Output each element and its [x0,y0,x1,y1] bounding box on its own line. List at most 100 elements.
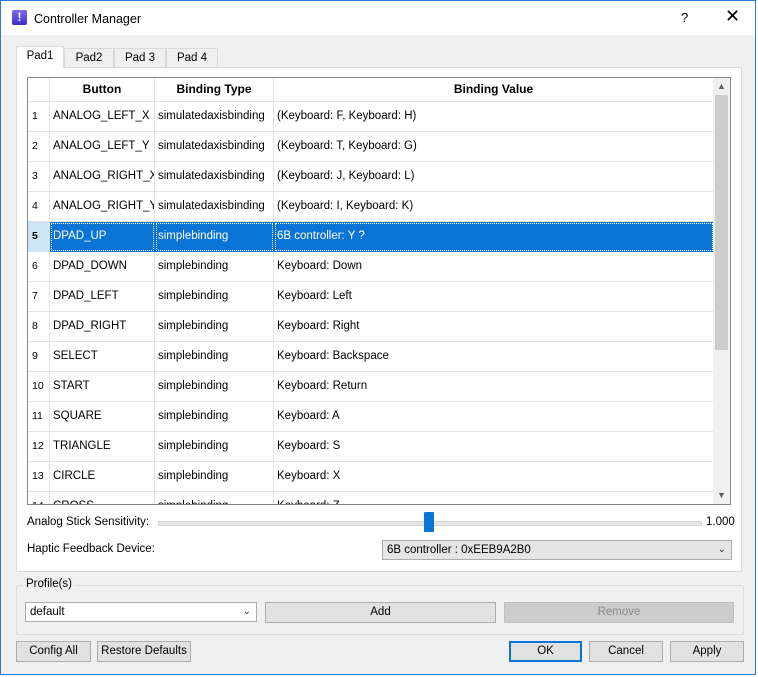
binding-value-cell[interactable]: 6B controller: Y ? [274,222,714,252]
row-number[interactable]: 9 [28,342,50,372]
row-number[interactable]: 14 [28,492,50,504]
row-number[interactable]: 6 [28,252,50,282]
binding-type-cell[interactable]: simplebinding [155,372,274,402]
scroll-up-arrow-icon[interactable]: ▲ [713,78,730,95]
binding-value-cell[interactable]: Keyboard: Down [274,252,714,282]
binding-value-cell[interactable]: Keyboard: Right [274,312,714,342]
binding-type-cell[interactable]: simplebinding [155,432,274,462]
table-row[interactable]: 3 ANALOG_RIGHT_X simulatedaxisbinding (Keyb… [28,162,714,192]
binding-type-cell[interactable]: simplebinding [155,222,274,252]
button-cell[interactable]: ANALOG_RIGHT_X [50,162,155,192]
bindings-table: Button Binding Type Binding Value 1 ANALO… [27,77,731,505]
table-row[interactable]: 12 TRIANGLE simplebinding Keyboard: S [28,432,714,462]
table-row[interactable]: 6 DPAD_DOWN simplebinding Keyboard: Down [28,252,714,282]
binding-type-cell[interactable]: simplebinding [155,402,274,432]
button-cell[interactable]: SQUARE [50,402,155,432]
table-row[interactable]: 14CROSSsimplebindingKeyboard: Z [28,492,714,504]
table-row[interactable]: 4 ANALOG_RIGHT_Y simulatedaxisbinding (Keyb… [28,192,714,222]
binding-value-cell[interactable]: Keyboard: S [274,432,714,462]
binding-type-cell[interactable]: simulatedaxisbinding [155,162,274,192]
ok-button[interactable]: OK [509,641,582,662]
close-button[interactable]: ✕ [725,7,740,25]
column-header-binding-type[interactable]: Binding Type [155,78,274,102]
table-row[interactable]: 2 ANALOG_LEFT_Y simulatedaxisbinding (Keybo… [28,132,714,162]
button-cell[interactable]: ANALOG_LEFT_Y [50,132,155,162]
vertical-scrollbar[interactable]: ▲ ▼ [713,78,730,504]
table-row[interactable]: 7 DPAD_LEFT simplebinding Keyboard: Left [28,282,714,312]
button-cell[interactable]: DPAD_UP [50,222,155,252]
tab-pad2[interactable]: Pad2 [64,48,114,67]
table-row[interactable]: 10 START simplebinding Keyboard: Return [28,372,714,402]
remove-profile-button[interactable]: Remove [504,602,734,623]
binding-type-cell[interactable]: simplebinding [155,492,274,504]
button-cell[interactable]: TRIANGLE [50,432,155,462]
button-cell[interactable]: DPAD_DOWN [50,252,155,282]
scrollbar-thumb[interactable] [715,95,728,350]
binding-type-cell[interactable]: simulatedaxisbinding [155,192,274,222]
tab-pad3[interactable]: Pad 3 [114,48,166,67]
row-number[interactable]: 8 [28,312,50,342]
row-number[interactable]: 2 [28,132,50,162]
tab-pad1[interactable]: Pad1 [16,46,64,68]
column-header-button[interactable]: Button [50,78,155,102]
binding-type-cell[interactable]: simplebinding [155,462,274,492]
table-row[interactable]: 11 SQUARE simplebinding Keyboard: A [28,402,714,432]
binding-value-cell[interactable]: Keyboard: Left [274,282,714,312]
apply-button[interactable]: Apply [670,641,744,662]
table-row[interactable]: 9 SELECT simplebinding Keyboard: Backspace [28,342,714,372]
row-number[interactable]: 7 [28,282,50,312]
binding-type-cell[interactable]: simulatedaxisbinding [155,102,274,132]
chevron-down-icon: ⌄ [242,606,251,617]
binding-value-cell[interactable]: Keyboard: X [274,462,714,492]
button-cell[interactable]: CROSS [50,492,155,504]
table-row[interactable]: 8 DPAD_RIGHT simplebinding Keyboard: Right [28,312,714,342]
row-number[interactable]: 3 [28,162,50,192]
sensitivity-slider-thumb[interactable] [424,512,434,532]
row-number[interactable]: 10 [28,372,50,402]
cancel-button[interactable]: Cancel [589,641,663,662]
row-number[interactable]: 1 [28,102,50,132]
binding-value-cell[interactable]: Keyboard: Z [274,492,714,504]
row-number[interactable]: 4 [28,192,50,222]
app-icon: ! [12,10,27,25]
row-number[interactable]: 11 [28,402,50,432]
binding-type-cell[interactable]: simplebinding [155,342,274,372]
binding-value-cell[interactable]: (Keyboard: F, Keyboard: H) [274,102,714,132]
button-cell[interactable]: DPAD_LEFT [50,282,155,312]
table-row[interactable]: 5 DPAD_UP simplebinding 6B controller: Y ? [28,222,714,252]
table-row[interactable]: 13 CIRCLE simplebinding Keyboard: X [28,462,714,492]
binding-value-cell[interactable]: (Keyboard: T, Keyboard: G) [274,132,714,162]
row-number[interactable]: 12 [28,432,50,462]
binding-value-cell[interactable]: Keyboard: Backspace [274,342,714,372]
button-cell[interactable]: ANALOG_RIGHT_Y [50,192,155,222]
button-cell[interactable]: DPAD_RIGHT [50,312,155,342]
binding-value-cell[interactable]: Keyboard: A [274,402,714,432]
binding-type-cell[interactable]: simplebinding [155,252,274,282]
binding-type-cell[interactable]: simplebinding [155,312,274,342]
chevron-down-icon: ⌄ [717,544,726,555]
window-title: Controller Manager [34,12,141,26]
config-all-button[interactable]: Config All [16,641,91,662]
binding-value-cell[interactable]: Keyboard: Return [274,372,714,402]
haptic-device-select[interactable]: 6B controller : 0xEEB9A2B0 ⌄ [382,540,732,560]
scroll-down-arrow-icon[interactable]: ▼ [713,487,730,504]
binding-value-cell[interactable]: (Keyboard: J, Keyboard: L) [274,162,714,192]
restore-defaults-button[interactable]: Restore Defaults [97,641,191,662]
binding-type-cell[interactable]: simplebinding [155,282,274,312]
haptic-label: Haptic Feedback Device: [27,543,155,555]
button-cell[interactable]: SELECT [50,342,155,372]
button-cell[interactable]: ANALOG_LEFT_X [50,102,155,132]
row-number[interactable]: 13 [28,462,50,492]
help-button[interactable]: ? [681,10,688,25]
button-cell[interactable]: CIRCLE [50,462,155,492]
button-cell[interactable]: START [50,372,155,402]
column-header-binding-value[interactable]: Binding Value [274,78,714,102]
profile-select[interactable]: default ⌄ [25,602,257,622]
binding-value-cell[interactable]: (Keyboard: I, Keyboard: K) [274,192,714,222]
tab-pad4[interactable]: Pad 4 [166,48,218,67]
add-profile-button[interactable]: Add [265,602,496,623]
table-row[interactable]: 1 ANALOG_LEFT_X simulatedaxisbinding (Keybo… [28,102,714,132]
row-number[interactable]: 5 [28,222,50,252]
haptic-device-value: 6B controller : 0xEEB9A2B0 [387,544,531,556]
binding-type-cell[interactable]: simulatedaxisbinding [155,132,274,162]
